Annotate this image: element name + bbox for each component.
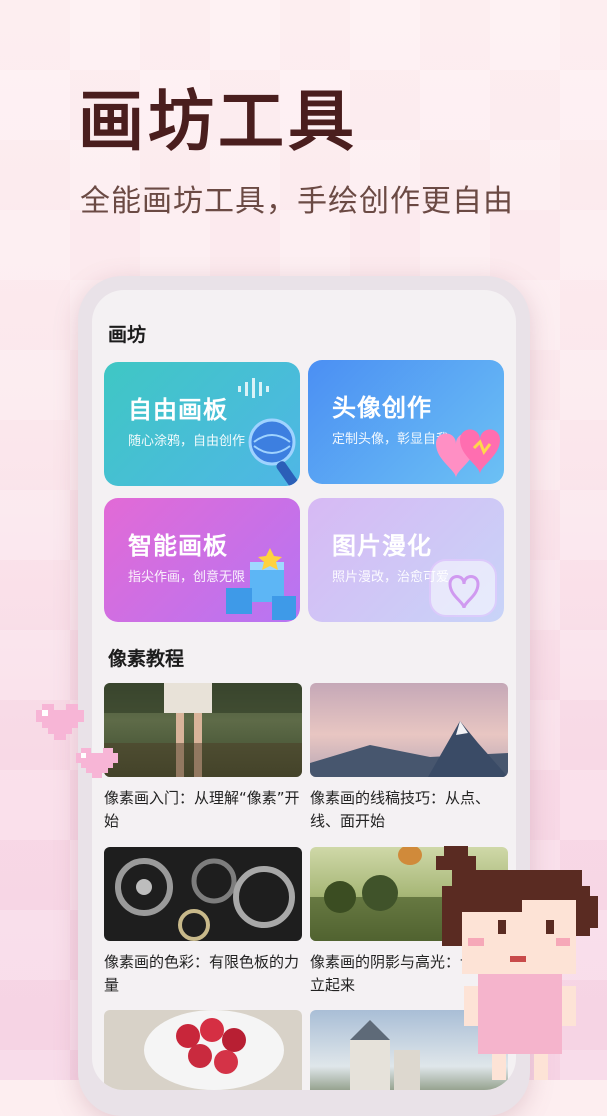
pixel-heart-icon <box>76 748 118 778</box>
gears-photo <box>104 847 302 941</box>
tutorial-item[interactable]: 像素画的线稿技巧：从点、线、面开始 <box>310 683 508 833</box>
hearts-icon <box>436 429 500 478</box>
card-title: 自由画板 <box>128 396 228 424</box>
tutorial-item[interactable]: 像素画入门：从理解“像素”开始 <box>104 683 302 833</box>
tutorial-item[interactable] <box>104 1010 302 1090</box>
tutorial-item[interactable]: 像素画的色彩：有限色板的力量 <box>104 847 302 997</box>
sound-wave-icon <box>238 378 269 398</box>
card-subtitle: 随心涂鸦，自由创作 <box>128 434 246 449</box>
card-title: 图片漫化 <box>332 532 432 560</box>
tutorial-title: 像素画的线稿技巧：从点、线、面开始 <box>310 789 491 830</box>
card-title: 头像创作 <box>332 394 432 422</box>
cubes-icon <box>226 548 296 620</box>
mountain-photo <box>310 683 508 777</box>
tutorial-title: 像素画的色彩：有限色板的力量 <box>104 953 300 994</box>
pixel-heart-icon <box>36 704 84 740</box>
forest-legs-photo <box>104 683 302 777</box>
section-title-studio: 画坊 <box>108 324 147 346</box>
card-smart-board[interactable]: 智能画板 指尖作画，创意无限 <box>104 498 300 622</box>
tutorial-title: 像素画入门：从理解“像素”开始 <box>104 789 300 830</box>
card-avatar-create[interactable]: 头像创作 定制头像，彰显自我 <box>308 360 504 484</box>
microphone-icon <box>248 418 299 486</box>
card-photo-comic[interactable]: 图片漫化 照片漫改，治愈可爱 <box>308 498 504 622</box>
pixel-girl-mascot <box>436 846 598 1080</box>
hero-subtitle: 全能画坊工具，手绘创作更自由 <box>80 184 514 219</box>
card-free-board[interactable]: 自由画板 随心涂鸦，自由创作 <box>104 362 300 486</box>
heart-device-icon <box>429 559 497 617</box>
card-title: 智能画板 <box>128 532 228 560</box>
raspberries-photo <box>104 1010 302 1090</box>
hero-title: 画坊工具 <box>78 83 358 160</box>
section-title-tutorials: 像素教程 <box>108 648 185 670</box>
